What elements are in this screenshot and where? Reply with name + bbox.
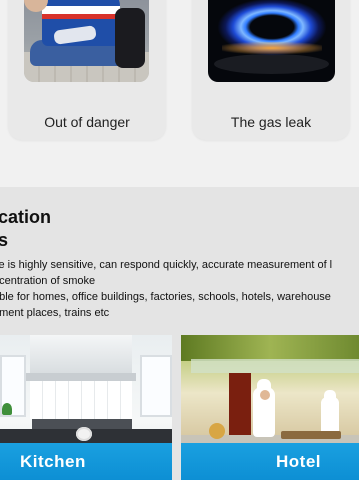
application-section: lication es ce is highly sensitive, can … bbox=[0, 187, 359, 480]
description-line: ncentration of smoke bbox=[0, 275, 96, 287]
card-caption: Out of danger bbox=[44, 114, 130, 130]
card-gas-leak: The gas leak bbox=[192, 0, 350, 140]
scene-label-kitchen: Kitchen bbox=[0, 443, 172, 480]
section-title-line-1: lication bbox=[0, 207, 52, 227]
gas-flame-photo bbox=[208, 0, 335, 82]
description-line: able for homes, office buildings, factor… bbox=[0, 291, 331, 303]
scene-hotel: Hotel bbox=[181, 335, 359, 480]
card-out-of-danger: Out of danger bbox=[8, 0, 166, 140]
description-line: ce is highly sensitive, can respond quic… bbox=[0, 259, 333, 271]
scene-label-hotel: Hotel bbox=[181, 443, 359, 480]
description-line: nment places, trains etc bbox=[0, 307, 110, 319]
status-cards-area: Out of danger The gas leak bbox=[0, 0, 359, 172]
man-sitting-photo bbox=[24, 0, 149, 82]
card-caption: The gas leak bbox=[230, 114, 312, 130]
scene-kitchen: Kitchen bbox=[0, 335, 172, 480]
section-title-line-2: es bbox=[0, 230, 9, 250]
